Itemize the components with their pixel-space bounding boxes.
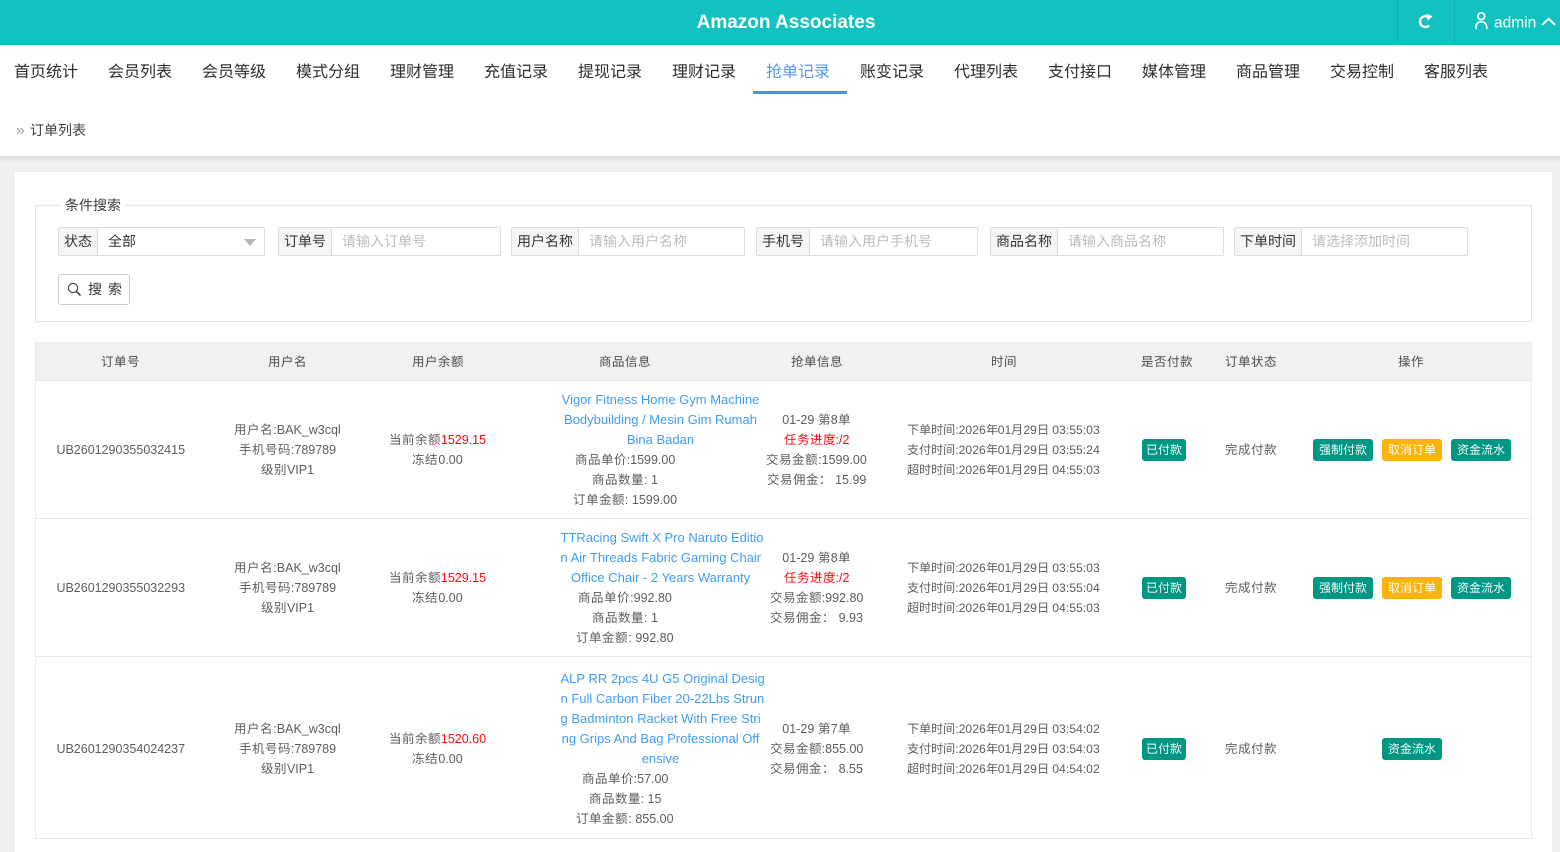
svg-text:admin: admin: [1494, 15, 1536, 32]
